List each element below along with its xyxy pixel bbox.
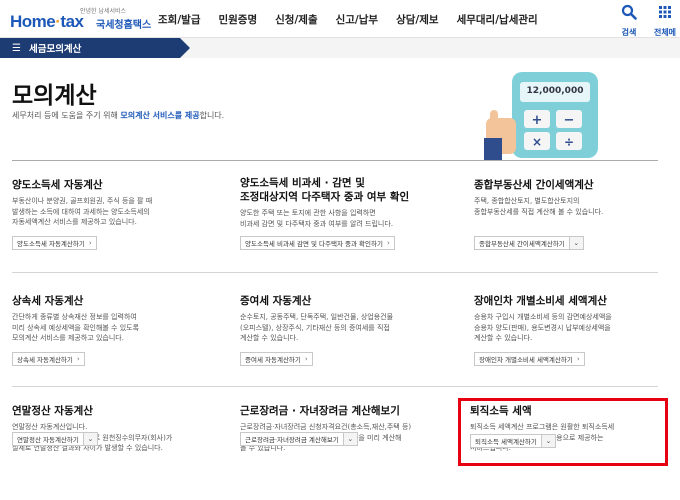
svg-text:−: − (564, 113, 575, 128)
card-description: 주택, 종합합산토지, 별도합산토지의 종합부동산세를 직접 계산해 볼 수 있습… (474, 197, 604, 216)
card-description: 양도한 주택 또는 토지에 관한 사항을 입력하면 비과세 감면 및 다주택자 중… (240, 209, 394, 228)
card-title: 양도소득세 자동계산 (12, 179, 103, 191)
chevron-right-icon: › (76, 355, 80, 363)
card-description: 간단하게 종류별 상속재산 정보를 입력하여 미리 상속세 예상세액을 확인해볼 … (12, 313, 140, 342)
chevron-right-icon: › (304, 355, 308, 363)
row-divider-2 (12, 386, 658, 387)
nav-item-report-pay[interactable]: 신고/납부 (336, 12, 378, 27)
chevron-right-icon: › (576, 355, 580, 363)
inheritance-tax-calc-button[interactable]: 상속세 자동계산하기 › (12, 352, 85, 366)
work-child-incentive-calc-button[interactable]: 근로장려금·자녀장려금 계산해보기 ⌄ (240, 432, 358, 446)
gift-tax-calc-button[interactable]: 증여세 자동계산하기 › (240, 352, 313, 366)
logo-subtitle: 국세청홈택스 (96, 20, 152, 31)
card-comprehensive-real-estate-tax: 종합부동산세 간이세액계산 주택, 종합합산토지, 별도합산토지의 종합부동산세를… (474, 178, 680, 217)
svg-text:×: × (532, 135, 542, 149)
card-description: 순수토지, 공동주택, 단독주택, 일반건물, 상업용건물 (오피스텔), 상장주… (240, 313, 394, 342)
main-menu: 조회/발급 민원증명 신청/제출 신고/납부 상담/제보 세무대리/납세관리 (158, 0, 556, 38)
comprehensive-real-estate-calc-button[interactable]: 종합부동산세 간이세액계산하기 ⌄ (474, 236, 584, 250)
card-description: 승용차 구입시 개별소비세 등의 감면예상세액을 승용차 양도(판매), 용도변경… (474, 313, 612, 342)
capital-gains-calc-button[interactable]: 양도소득세 자동계산하기 › (12, 236, 97, 250)
card-title: 연말정산 자동계산 (12, 405, 93, 417)
chevron-down-icon: ⌄ (342, 433, 357, 445)
breadcrumb[interactable]: ☰ 세금모의계산 (0, 38, 190, 58)
year-end-settlement-calc-button[interactable]: 연말정산 자동계산하기 ⌄ (12, 432, 98, 446)
all-menu-button[interactable]: 전체메 (650, 4, 680, 39)
calculator-display: 12,000,000 (526, 86, 584, 96)
hamburger-icon: ☰ (12, 42, 21, 54)
highlight-box (458, 398, 668, 466)
search-icon (614, 4, 644, 20)
nav-item-inquiry[interactable]: 조회/발급 (158, 12, 200, 27)
card-title: 근로장려금 · 자녀장려금 계산해보기 (240, 405, 400, 417)
page-title: 모의계산 (12, 83, 97, 109)
card-title: 양도소득세 비과세 · 감면 및 조정대상지역 다주택자 중과 여부 확인 (240, 177, 410, 203)
chevron-down-icon: ⌄ (82, 433, 97, 445)
svg-text:÷: ÷ (564, 135, 574, 149)
search-label: 검색 (621, 28, 637, 37)
card-description: 부동산이나 분양권, 골프회원권, 주식 등을 팔 때 발생하는 소득에 대하여 … (12, 197, 153, 226)
hometax-logo[interactable]: 안녕한 납세서비스 Home·tax 국세청홈택스 (10, 6, 170, 34)
breadcrumb-bar: ☰ 세금모의계산 (0, 38, 680, 58)
card-capital-gains-exemption: 양도소득세 비과세 · 감면 및 조정대상지역 다주택자 중과 여부 확인 양도한… (240, 176, 460, 229)
card-disabled-vehicle-tax: 장애인차 개별소비세 세액계산 승용차 구입시 개별소비세 등의 감면예상세액을… (474, 294, 680, 344)
nav-item-tax-agent[interactable]: 세무대리/납세관리 (457, 12, 538, 27)
grid-top-divider (12, 160, 658, 161)
logo-tagline: 안녕한 납세서비스 (80, 8, 127, 15)
top-navigation: 안녕한 납세서비스 Home·tax 국세청홈택스 조회/발급 민원증명 신청/… (0, 0, 680, 38)
page-description: 세무처리 등에 도움을 주기 위해 모의계산 서비스를 제공합니다. (12, 111, 225, 120)
chevron-right-icon: › (386, 239, 390, 247)
search-button[interactable]: 검색 (614, 4, 644, 39)
card-capital-gains-tax: 양도소득세 자동계산 부동산이나 분양권, 골프회원권, 주식 등을 팔 때 발생… (12, 178, 224, 228)
breadcrumb-label: 세금모의계산 (28, 44, 82, 55)
disabled-vehicle-tax-calc-button[interactable]: 장애인차 개별소비세 세액계산하기 › (474, 352, 585, 366)
card-work-child-incentive: 근로장려금 · 자녀장려금 계산해보기 근로장려금·자녀장려금 신청자격요건(총… (240, 404, 460, 454)
card-title: 상속세 자동계산 (12, 295, 84, 307)
card-gift-tax: 증여세 자동계산 순수토지, 공동주택, 단독주택, 일반건물, 상업용건물 (오… (240, 294, 460, 344)
logo-wordmark: Home·tax (10, 12, 84, 31)
row-divider-1 (12, 272, 658, 273)
all-menu-label: 전체메 (653, 28, 677, 37)
chevron-down-icon: ⌄ (568, 237, 583, 249)
capital-gains-exemption-button[interactable]: 양도소득세 비과세 감면 및 다주택자 중과 확인하기 › (240, 236, 395, 250)
nav-item-apply[interactable]: 신청/제출 (275, 12, 317, 27)
card-year-end-settlement: 연말정산 자동계산 연말정산 자동계산입니다.과세대상급여액의 차이 등으로 원… (12, 404, 224, 454)
chevron-right-icon: › (88, 239, 92, 247)
svg-text:+: + (532, 113, 543, 128)
card-title: 장애인차 개별소비세 세액계산 (474, 295, 607, 307)
grid-menu-icon (650, 4, 680, 20)
card-title: 증여세 자동계산 (240, 295, 312, 307)
nav-item-consult[interactable]: 상담/제보 (396, 12, 438, 27)
card-inheritance-tax: 상속세 자동계산 간단하게 종류별 상속재산 정보를 입력하여 미리 상속세 예상… (12, 294, 224, 344)
calculator-illustration: + − × ÷ 12,000,000 (468, 66, 618, 162)
nav-item-certificates[interactable]: 민원증명 (218, 12, 257, 27)
card-title: 종합부동산세 간이세액계산 (474, 179, 594, 191)
